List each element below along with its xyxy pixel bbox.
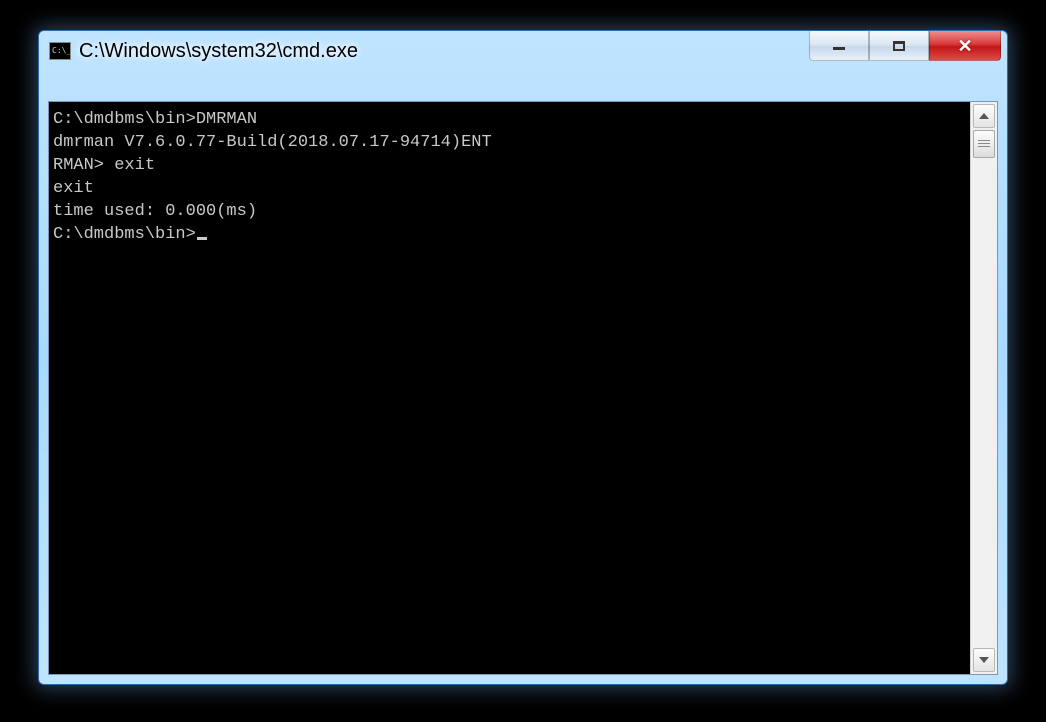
maximize-icon — [893, 41, 905, 51]
window-controls: ✕ — [809, 31, 1001, 61]
window-title: C:\Windows\system32\cmd.exe — [79, 40, 358, 63]
close-icon: ✕ — [957, 37, 972, 55]
cmd-window: C:\_ C:\Windows\system32\cmd.exe ✕ C:\dm… — [38, 30, 1008, 685]
console-line: dmrman V7.6.0.77-Build(2018.07.17-94714)… — [53, 131, 966, 154]
scroll-down-button[interactable] — [973, 648, 995, 672]
maximize-button[interactable] — [869, 31, 929, 61]
text-cursor — [197, 237, 207, 240]
close-button[interactable]: ✕ — [929, 31, 1001, 61]
scroll-up-button[interactable] — [973, 104, 995, 128]
vertical-scrollbar[interactable] — [970, 102, 997, 674]
console-line: exit — [53, 177, 966, 200]
minimize-icon — [833, 47, 845, 50]
scrollbar-thumb[interactable] — [973, 130, 995, 158]
console-line: C:\dmdbms\bin> — [53, 223, 966, 246]
console-line: C:\dmdbms\bin>DMRMAN — [53, 108, 966, 131]
cmd-icon-label: C:\_ — [52, 47, 71, 55]
console-line: RMAN> exit — [53, 154, 966, 177]
cmd-icon: C:\_ — [49, 42, 71, 60]
chevron-down-icon — [979, 657, 989, 663]
client-area: C:\dmdbms\bin>DMRMANdmrman V7.6.0.77-Bui… — [48, 101, 998, 675]
console-line: time used: 0.000(ms) — [53, 200, 966, 223]
minimize-button[interactable] — [809, 31, 869, 61]
scrollbar-grip-icon — [978, 140, 990, 148]
chevron-up-icon — [979, 113, 989, 119]
console-output[interactable]: C:\dmdbms\bin>DMRMANdmrman V7.6.0.77-Bui… — [49, 102, 970, 674]
titlebar[interactable]: C:\_ C:\Windows\system32\cmd.exe ✕ — [39, 31, 1007, 71]
